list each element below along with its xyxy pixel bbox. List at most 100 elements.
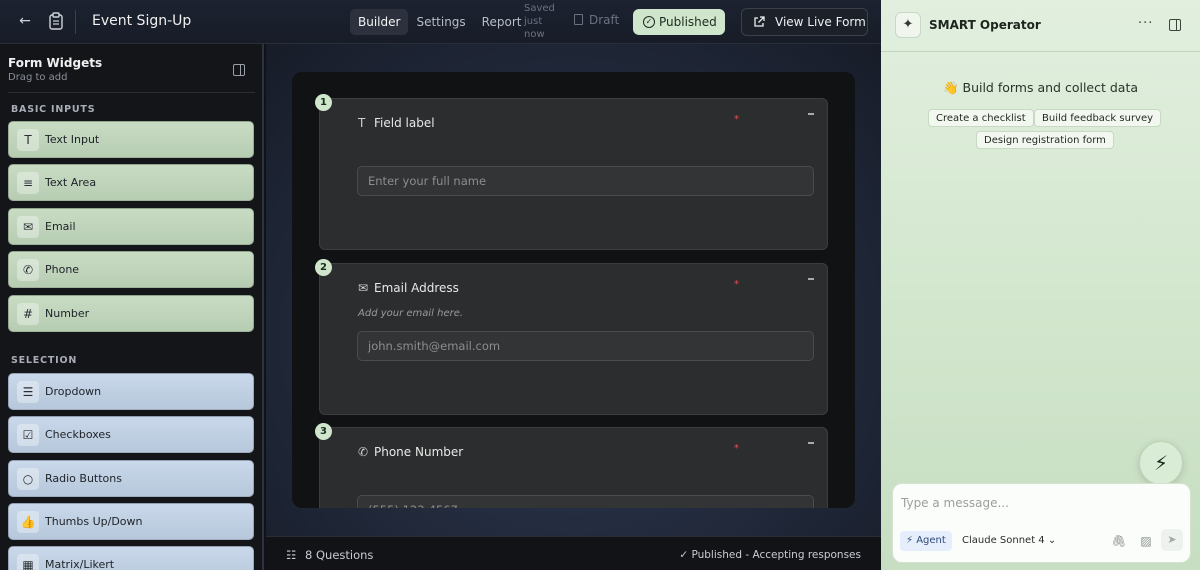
widget-label: Radio Buttons — [45, 472, 122, 485]
published-label: Published — [659, 15, 717, 29]
widget-dropdown[interactable]: ☰ Dropdown — [8, 373, 254, 410]
name-input-preview[interactable]: Enter your full name — [357, 166, 814, 196]
suggestion-build-feedback-survey[interactable]: Build feedback survey — [1034, 109, 1162, 127]
widget-label: Thumbs Up/Down — [45, 515, 143, 528]
paperclip-icon[interactable]: 🖇 — [1111, 533, 1127, 549]
question-card[interactable]: 2 ✉ Email Address * Add your email here. … — [315, 259, 828, 415]
widget-thumbs-up-down[interactable]: 👍 Thumbs Up/Down — [8, 503, 254, 540]
view-tabs: Builder Settings Report — [350, 9, 529, 35]
form-widgets-panel: Form Widgets Drag to add BASIC INPUTS T … — [0, 44, 264, 570]
question-number: 1 — [315, 94, 332, 111]
message-input[interactable] — [901, 492, 1181, 514]
assistant-panel: ✦ SMART Operator ··· 👋 Build forms and c… — [881, 0, 1200, 570]
phone-icon: ✆ — [358, 445, 369, 459]
suggestion-create-checklist[interactable]: Create a checklist — [928, 109, 1034, 127]
tab-settings[interactable]: Settings — [408, 9, 473, 35]
widget-radio-buttons[interactable]: ○ Radio Buttons — [8, 460, 254, 497]
model-selector[interactable]: Claude Sonnet 4 ⌄ — [962, 531, 1056, 551]
published-button[interactable]: ✓ Published — [633, 9, 725, 35]
builder-canvas: 1 T Field label * Enter your full name 2 … — [266, 44, 881, 536]
external-link-icon — [754, 16, 765, 27]
divider — [75, 10, 76, 34]
widget-label: Dropdown — [45, 385, 102, 398]
sparkle-icon: ✦ — [895, 12, 921, 38]
publish-status: ✓ Published - Accepting responses — [679, 549, 861, 561]
widget-label: Email — [45, 220, 76, 233]
agent-mode-button[interactable]: ⚡ Agent — [900, 531, 952, 551]
email-input-preview[interactable]: john.smith@email.com — [357, 331, 814, 361]
panel-subtitle: Drag to add — [8, 72, 68, 83]
question-label-text: Email Address — [374, 281, 459, 295]
phone-icon: ✆ — [17, 259, 39, 281]
widget-label: Matrix/Likert — [45, 558, 115, 570]
drag-handle-icon[interactable] — [808, 442, 814, 444]
drag-handle-icon[interactable] — [808, 278, 814, 280]
question-card[interactable]: 3 ✆ Phone Number * (555) 123-4567 — [315, 423, 828, 508]
widget-label: Text Area — [45, 176, 97, 189]
list-icon: ☰ — [17, 381, 39, 403]
divider — [8, 92, 255, 93]
thumbs-up-icon: 👍 — [17, 511, 39, 533]
save-status: Saved just now — [524, 3, 555, 40]
check-circle-icon: ✓ — [643, 16, 655, 28]
question-label-text: Field label — [374, 116, 435, 130]
more-options-icon[interactable]: ··· — [1138, 16, 1153, 31]
document-icon — [574, 14, 583, 25]
widget-label: Phone — [45, 263, 80, 276]
back-arrow-icon[interactable]: ← — [17, 13, 33, 29]
question-count: ☷ 8 Questions — [286, 548, 373, 562]
widget-text-area[interactable]: ≡ Text Area — [8, 164, 254, 201]
mail-icon: ✉ — [17, 216, 39, 238]
grid-icon: ▦ — [17, 554, 39, 570]
question-card[interactable]: 1 T Field label * Enter your full name — [315, 94, 828, 250]
required-marker: * — [734, 279, 739, 290]
top-bar: ← Event Sign-Up Builder Settings Report … — [0, 0, 881, 44]
question-count-text: 8 Questions — [305, 548, 374, 562]
question-label[interactable]: T Field label — [358, 116, 435, 130]
checkbox-icon: ☑ — [17, 424, 39, 446]
view-live-form-button[interactable]: View Live Form — [741, 8, 868, 36]
mail-icon: ✉ — [358, 281, 369, 295]
phone-input-preview[interactable]: (555) 123-4567 — [357, 495, 814, 508]
tab-report[interactable]: Report — [474, 9, 530, 35]
assistant-header: ✦ SMART Operator ··· — [881, 0, 1200, 52]
required-marker: * — [734, 114, 739, 125]
text-area-icon: ≡ — [17, 172, 39, 194]
form-preview: 1 T Field label * Enter your full name 2 … — [292, 72, 855, 508]
widget-label: Text Input — [45, 133, 100, 146]
collapse-panel-icon[interactable] — [1169, 19, 1181, 31]
question-number: 2 — [315, 259, 332, 276]
text-icon: T — [358, 116, 366, 130]
clipboard-icon — [49, 12, 63, 30]
widget-text-input[interactable]: T Text Input — [8, 121, 254, 158]
section-selection: SELECTION — [11, 355, 78, 366]
widget-checkboxes[interactable]: ☑ Checkboxes — [8, 416, 254, 453]
section-basic-inputs: BASIC INPUTS — [11, 104, 96, 115]
help-text: Add your email here. — [358, 308, 464, 319]
assistant-name: SMART Operator — [929, 18, 1041, 32]
tab-builder[interactable]: Builder — [350, 9, 409, 35]
assistant-greeting: 👋 Build forms and collect data — [942, 80, 1139, 95]
widget-number[interactable]: # Number — [8, 295, 254, 332]
lightning-icon[interactable]: ⚡ — [1139, 441, 1183, 485]
status-bar: ☷ 8 Questions ✓ Published - Accepting res… — [266, 536, 881, 570]
widget-email[interactable]: ✉ Email — [8, 208, 254, 245]
widget-phone[interactable]: ✆ Phone — [8, 251, 254, 288]
image-upload-icon[interactable]: ▨ — [1138, 533, 1154, 549]
suggestion-design-registration-form[interactable]: Design registration form — [976, 131, 1114, 149]
radio-icon: ○ — [17, 468, 39, 490]
collapse-panel-icon[interactable] — [233, 64, 245, 76]
send-icon[interactable]: ➤ — [1161, 529, 1183, 551]
form-title: Event Sign-Up — [92, 13, 192, 29]
question-label[interactable]: ✆ Phone Number — [358, 445, 463, 459]
widget-matrix-likert[interactable]: ▦ Matrix/Likert — [8, 546, 254, 570]
message-composer: ⚡ Agent Claude Sonnet 4 ⌄ 🖇 ▨ ➤ — [892, 483, 1191, 563]
draft-button[interactable]: Draft — [574, 13, 619, 27]
drag-handle-icon[interactable] — [808, 113, 814, 115]
list-check-icon: ☷ — [286, 548, 297, 562]
question-label[interactable]: ✉ Email Address — [358, 281, 459, 295]
question-label-text: Phone Number — [374, 445, 464, 459]
question-number: 3 — [315, 423, 332, 440]
panel-title: Form Widgets — [8, 56, 103, 70]
text-icon: T — [17, 129, 39, 151]
